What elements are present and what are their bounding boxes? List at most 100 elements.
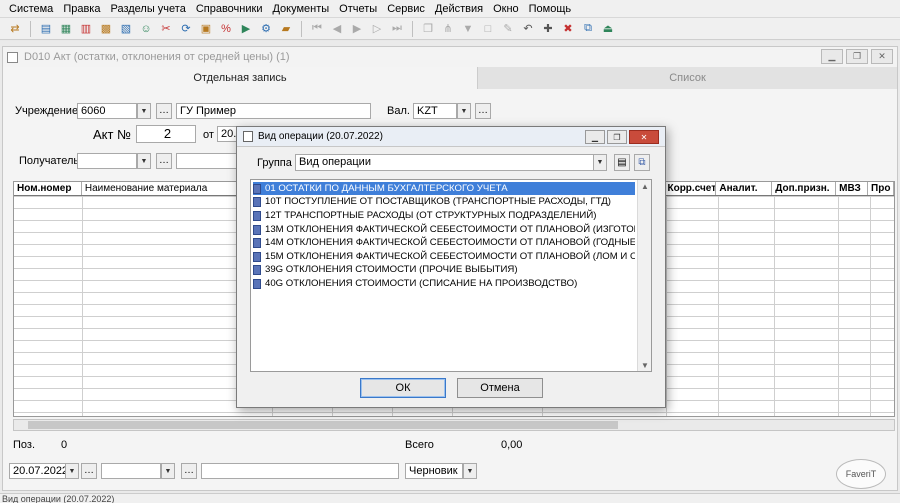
document-window-title: D010 Акт (остатки, отклонения от средней… xyxy=(3,47,897,67)
settings-icon[interactable]: ⚙ xyxy=(257,20,275,38)
group-browse-button[interactable]: ▤ xyxy=(614,154,630,171)
delete-icon[interactable]: ✖ xyxy=(559,20,577,38)
column-corr-account[interactable]: Корр.счет xyxy=(664,182,717,195)
scrollbar-thumb[interactable] xyxy=(28,421,618,429)
list-item[interactable]: 39G ОТКЛОНЕНИЯ СТОИМОСТИ (ПРОЧИЕ ВЫБЫТИЯ… xyxy=(253,263,635,276)
next-icon[interactable]: ▷ xyxy=(368,20,386,38)
scissors-icon[interactable]: ✂ xyxy=(157,20,175,38)
folder-icon[interactable]: ▧ xyxy=(117,20,135,38)
menu-actions[interactable]: Действия xyxy=(430,0,488,18)
close-icon[interactable]: ✕ xyxy=(871,49,893,64)
tab-single-record[interactable]: Отдельная запись xyxy=(3,67,477,89)
restore-icon[interactable]: ❐ xyxy=(846,49,868,64)
institution-code-field[interactable]: 6060 xyxy=(77,103,137,119)
dialog-restore-icon[interactable]: ❐ xyxy=(607,130,627,144)
operation-list[interactable]: 01 ОСТАТКИ ПО ДАННЫМ БУХГАЛТЕРСКОГО УЧЕТ… xyxy=(250,179,652,372)
scroll-down-icon[interactable]: ▼ xyxy=(638,359,651,371)
cancel-button[interactable]: Отмена xyxy=(457,378,543,398)
footer-select-field[interactable] xyxy=(101,463,161,479)
dialog-close-icon[interactable]: ✕ xyxy=(629,130,659,144)
recipient-name-field[interactable] xyxy=(176,153,238,169)
menu-accounting-sections[interactable]: Разделы учета xyxy=(105,0,190,18)
first-record-icon[interactable]: ⏮ xyxy=(308,20,326,38)
chart-icon[interactable]: ▰ xyxy=(277,20,295,38)
list-item[interactable]: 13М ОТКЛОНЕНИЯ ФАКТИЧЕСКОЙ СЕБЕСТОИМОСТИ… xyxy=(253,223,635,236)
duplicate-icon[interactable]: ⧉ xyxy=(579,20,597,38)
scroll-up-icon[interactable]: ▲ xyxy=(638,180,651,192)
filter-icon[interactable]: ▼ xyxy=(459,20,477,38)
group-dropdown-icon[interactable]: ▼ xyxy=(593,154,607,171)
menu-system[interactable]: Система xyxy=(4,0,58,18)
recipient-browse-button[interactable]: … xyxy=(156,153,172,169)
tab-list[interactable]: Список xyxy=(477,67,897,89)
grid-horizontal-scrollbar[interactable] xyxy=(13,419,895,431)
run-icon[interactable]: ▶ xyxy=(237,20,255,38)
new-icon[interactable]: □ xyxy=(479,20,497,38)
refresh-icon[interactable]: ⟳ xyxy=(177,20,195,38)
list-item[interactable]: 15М ОТКЛОНЕНИЯ ФАКТИЧЕСКОЙ СЕБЕСТОИМОСТИ… xyxy=(253,250,635,263)
record-icon xyxy=(253,237,261,248)
list-item-label: 15М ОТКЛОНЕНИЯ ФАКТИЧЕСКОЙ СЕБЕСТОИМОСТИ… xyxy=(265,251,635,262)
edit-icon[interactable]: ✎ xyxy=(499,20,517,38)
play-icon[interactable]: ▶ xyxy=(348,20,366,38)
act-number-field[interactable]: 2 xyxy=(136,125,196,143)
toolbar: ⇄ ▤ ▦ ▥ ▩ ▧ ☺ ✂ ⟳ ▣ % ▶ ⚙ ▰ ⏮ ◀ ▶ ▷ ⏭ ❐ … xyxy=(0,18,900,40)
calculator-icon[interactable]: ▦ xyxy=(57,20,75,38)
menu-service[interactable]: Сервис xyxy=(382,0,430,18)
currency-browse-button[interactable]: … xyxy=(475,103,491,119)
copy-icon[interactable]: ❐ xyxy=(419,20,437,38)
institution-dropdown-icon[interactable]: ▼ xyxy=(137,103,151,119)
document-status-field[interactable]: Черновик xyxy=(405,463,463,479)
footer-select-browse-button[interactable]: … xyxy=(181,463,197,479)
grid-icon[interactable]: ▩ xyxy=(97,20,115,38)
minimize-icon[interactable]: ▁ xyxy=(821,49,843,64)
status-dropdown-icon[interactable]: ▼ xyxy=(463,463,477,479)
list-vertical-scrollbar[interactable]: ▲ ▼ xyxy=(637,180,651,371)
undo-icon[interactable]: ↶ xyxy=(519,20,537,38)
menu-directories[interactable]: Справочники xyxy=(191,0,268,18)
ok-button[interactable]: ОК xyxy=(360,378,446,398)
add-icon[interactable]: ✚ xyxy=(539,20,557,38)
import-icon[interactable]: ▤ xyxy=(37,20,55,38)
list-item[interactable]: 40G ОТКЛОНЕНИЯ СТОИМОСТИ (СПИСАНИЕ НА ПР… xyxy=(253,277,635,290)
print-icon[interactable]: ▣ xyxy=(197,20,215,38)
menu-documents[interactable]: Документы xyxy=(267,0,334,18)
currency-dropdown-icon[interactable]: ▼ xyxy=(457,103,471,119)
book-icon[interactable]: ▥ xyxy=(77,20,95,38)
list-item[interactable]: 14М ОТКЛОНЕНИЯ ФАКТИЧЕСКОЙ СЕБЕСТОИМОСТИ… xyxy=(253,236,635,249)
exit-icon[interactable]: ⏏ xyxy=(599,20,617,38)
footer-date-field[interactable]: 20.07.2022 xyxy=(9,463,68,479)
footer-select-dropdown-icon[interactable]: ▼ xyxy=(161,463,175,479)
person-icon[interactable]: ☺ xyxy=(137,20,155,38)
group-windows-icon[interactable]: ⧉ xyxy=(634,154,650,171)
menu-reports[interactable]: Отчеты xyxy=(334,0,382,18)
menu-help[interactable]: Помощь xyxy=(524,0,577,18)
group-select[interactable]: Вид операции xyxy=(295,154,607,171)
list-item[interactable]: 10Т ПОСТУПЛЕНИЕ ОТ ПОСТАВЩИКОВ (ТРАНСПОР… xyxy=(253,195,635,208)
column-extra-attr[interactable]: Доп.призн. xyxy=(772,182,837,195)
institution-browse-button[interactable]: … xyxy=(156,103,172,119)
list-item[interactable]: 12Т ТРАНСПОРТНЫЕ РАСХОДЫ (ОТ СТРУКТУРНЫХ… xyxy=(253,209,635,222)
column-analytic[interactable]: Аналит. xyxy=(716,182,773,195)
percent-icon[interactable]: % xyxy=(217,20,235,38)
dialog-minimize-icon[interactable]: ▁ xyxy=(585,130,605,144)
tree-icon[interactable]: ⋔ xyxy=(439,20,457,38)
footer-comment-field[interactable] xyxy=(201,463,399,479)
column-item-number[interactable]: Ном.номер xyxy=(14,182,82,195)
footer-date-dropdown-icon[interactable]: ▼ xyxy=(65,463,79,479)
record-icon xyxy=(253,251,261,262)
column-mvz[interactable]: МВЗ xyxy=(836,182,869,195)
recipient-label: Получатель xyxy=(19,155,80,167)
list-item[interactable]: 01 ОСТАТКИ ПО ДАННЫМ БУХГАЛТЕРСКОГО УЧЕТ… xyxy=(253,182,635,195)
column-pro[interactable]: Про xyxy=(868,182,894,195)
currency-field[interactable]: KZT xyxy=(413,103,457,119)
menu-window[interactable]: Окно xyxy=(488,0,524,18)
recipient-dropdown-icon[interactable]: ▼ xyxy=(137,153,151,169)
prev-icon[interactable]: ◀ xyxy=(328,20,346,38)
institution-name-field[interactable]: ГУ Пример xyxy=(176,103,371,119)
footer-date-browse-button[interactable]: … xyxy=(81,463,97,479)
recipient-code-field[interactable] xyxy=(77,153,137,169)
last-record-icon[interactable]: ⏭ xyxy=(388,20,406,38)
export-icon[interactable]: ⇄ xyxy=(6,20,24,38)
menu-edit[interactable]: Правка xyxy=(58,0,105,18)
